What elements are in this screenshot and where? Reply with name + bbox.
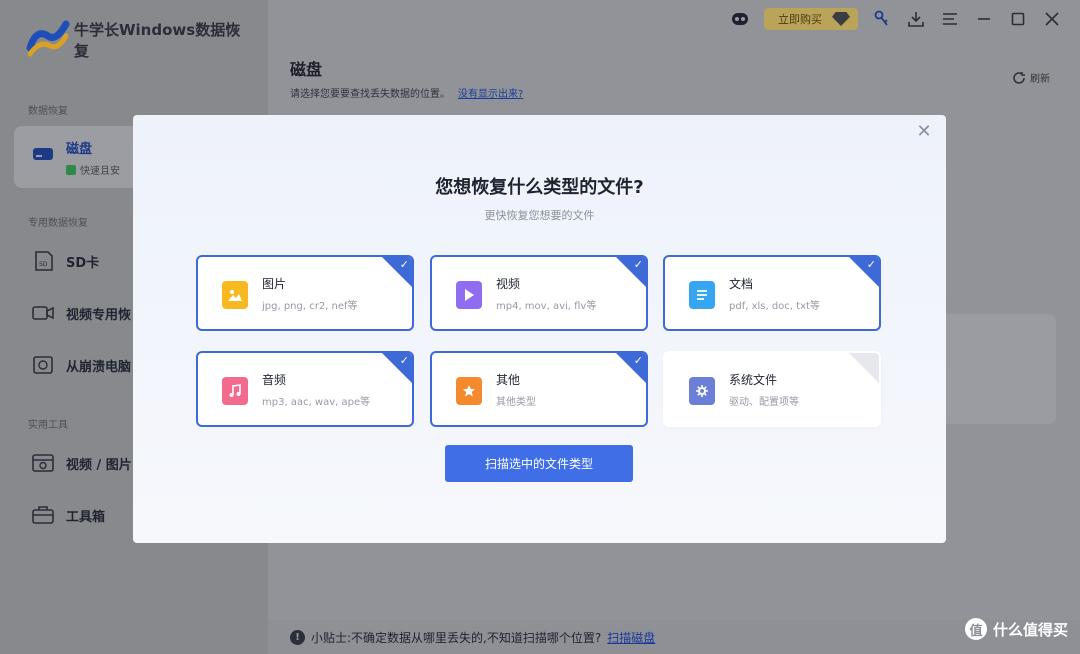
refresh-button[interactable]: 刷新 xyxy=(1012,70,1050,85)
sidebar-item-label: 视频专用恢 xyxy=(66,308,132,323)
page-description: 请选择您要要查找丢失数据的位置。 没有显示出来? xyxy=(290,89,524,100)
card-desc: pdf, xls, doc, txt等 xyxy=(729,301,820,312)
media-repair-icon xyxy=(32,454,54,472)
key-icon[interactable] xyxy=(872,9,892,29)
card-desc: 其他类型 xyxy=(496,397,536,408)
disk-card xyxy=(940,314,1056,424)
svg-text:SD: SD xyxy=(39,261,48,268)
file-type-card-audio[interactable]: ✓ 音频 mp3, aac, wav, ape等 xyxy=(196,351,414,427)
card-title: 音频 xyxy=(262,373,287,387)
check-icon: ✓ xyxy=(633,258,643,271)
file-type-card-document[interactable]: ✓ 文档 pdf, xls, doc, txt等 xyxy=(663,255,881,331)
scan-selected-button[interactable]: 扫描选中的文件类型 xyxy=(445,445,633,482)
check-icon: ✓ xyxy=(633,354,643,367)
file-type-card-system[interactable]: 系统文件 驱动、配置项等 xyxy=(663,351,881,427)
gear-file-icon xyxy=(689,377,715,405)
check-icon: ✓ xyxy=(866,258,876,271)
star-file-icon xyxy=(456,377,482,405)
sidebar-item-sub: 快速且安 xyxy=(66,162,120,177)
card-title: 系统文件 xyxy=(729,373,778,387)
crashed-pc-icon xyxy=(33,356,53,374)
dialog-subtitle: 更快恢复您想要的文件 xyxy=(484,209,595,222)
dialog-title: 您想恢复什么类型的文件? xyxy=(435,177,644,198)
file-type-card-image[interactable]: ✓ 图片 jpg, png, cr2, nef等 xyxy=(196,255,414,331)
file-type-dialog: ✕ 您想恢复什么类型的文件? 更快恢复您想要的文件 ✓ 图片 jpg, png,… xyxy=(133,115,946,543)
page-title: 磁盘 xyxy=(290,60,323,79)
buy-now-button[interactable]: 立即购买 xyxy=(764,8,858,30)
watermark: 值 什么值得买 xyxy=(964,618,1068,640)
card-desc: jpg, png, cr2, nef等 xyxy=(262,301,358,312)
support-bot-icon[interactable] xyxy=(730,9,750,29)
sidebar-item-label: 视频 / 图片 xyxy=(66,458,132,473)
image-icon xyxy=(222,281,248,309)
minimize-icon[interactable] xyxy=(974,9,994,29)
card-title: 视频 xyxy=(496,277,521,291)
menu-icon[interactable] xyxy=(940,9,960,29)
maximize-icon[interactable] xyxy=(1008,9,1028,29)
download-icon[interactable] xyxy=(906,9,926,29)
card-title: 其他 xyxy=(496,373,521,387)
shield-icon xyxy=(66,164,76,175)
card-desc: mp3, aac, wav, ape等 xyxy=(262,397,371,408)
diamond-icon xyxy=(832,12,850,26)
sidebar-item-label: 磁盘 xyxy=(66,142,93,157)
scan-disk-link[interactable]: 扫描磁盘 xyxy=(607,629,655,646)
check-icon: ✓ xyxy=(399,354,409,367)
sidebar-item-label: 从崩溃电脑 xyxy=(66,360,132,375)
file-type-card-video[interactable]: ✓ 视频 mp4, mov, avi, flv等 xyxy=(430,255,648,331)
refresh-icon xyxy=(1013,71,1025,84)
check-icon: ✓ xyxy=(399,258,409,271)
unchecked-corner xyxy=(849,353,879,383)
close-window-icon[interactable] xyxy=(1042,9,1062,29)
app-name: 牛学长Windows数据恢复 xyxy=(74,21,241,60)
video-camera-icon xyxy=(32,306,54,320)
video-icon xyxy=(456,281,482,309)
section-title-utilities: 实用工具 xyxy=(28,420,68,431)
info-icon: ! xyxy=(290,629,305,645)
tip-bar: ! 小贴士:不确定数据从哪里丢失的,不知道扫描哪个位置? 扫描磁盘 xyxy=(268,620,1080,654)
file-type-card-other[interactable]: ✓ 其他 其他类型 xyxy=(430,351,648,427)
title-bar-controls: 立即购买 xyxy=(730,8,1062,30)
watermark-logo-icon: 值 xyxy=(964,618,987,640)
disk-icon xyxy=(33,148,53,160)
music-icon xyxy=(222,377,248,405)
app-logo-icon xyxy=(26,20,70,57)
card-title: 文档 xyxy=(729,277,754,291)
not-shown-link[interactable]: 没有显示出来? xyxy=(458,89,523,100)
document-icon xyxy=(689,281,715,309)
section-title-special-recovery: 专用数据恢复 xyxy=(28,218,88,229)
close-icon[interactable]: ✕ xyxy=(914,121,934,142)
card-desc: mp4, mov, avi, flv等 xyxy=(496,301,597,312)
card-title: 图片 xyxy=(262,277,287,291)
sd-card-icon: SD xyxy=(35,251,53,271)
section-title-data-recovery: 数据恢复 xyxy=(28,106,68,117)
toolbox-icon xyxy=(32,506,54,524)
sidebar-item-label: 工具箱 xyxy=(66,510,106,525)
card-desc: 驱动、配置项等 xyxy=(729,397,799,408)
sidebar-item-label: SD卡 xyxy=(66,256,100,271)
